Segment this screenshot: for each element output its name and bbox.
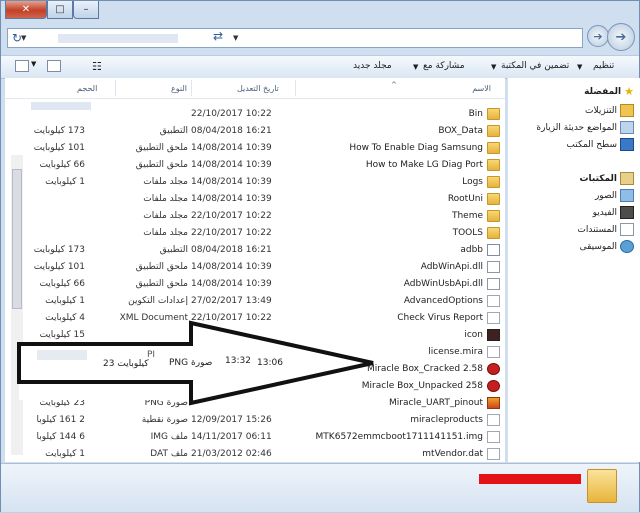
explorer-window: ✕ □ – ↻ ▼ ▼ ⇄ ➔ ➔ ▼ ☷ مجلد جديد ▼ مشاركة… — [0, 0, 640, 512]
folder-large-icon — [587, 469, 617, 503]
status-bar — [1, 463, 639, 512]
pointer-arrow — [17, 320, 374, 406]
redacted-bar — [479, 474, 581, 484]
arrow-shape — [17, 320, 374, 406]
